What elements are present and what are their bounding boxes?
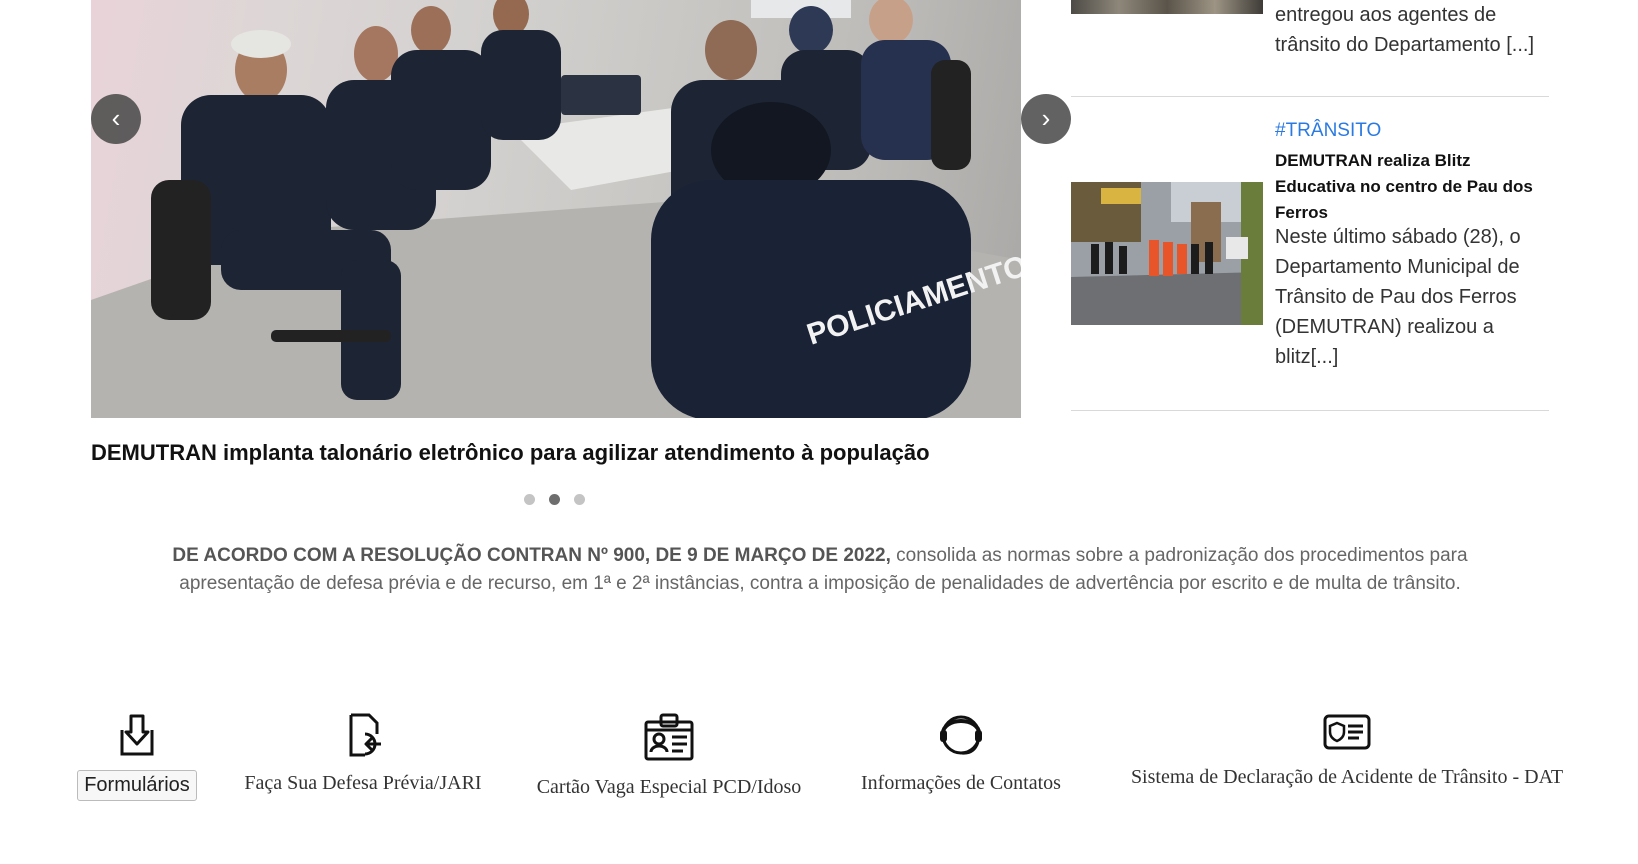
carousel-next-button[interactable]: › bbox=[1021, 94, 1071, 144]
service-label: Informações de Contatos bbox=[861, 772, 1061, 794]
download-icon bbox=[120, 714, 154, 756]
id-card-clip-icon bbox=[644, 713, 694, 761]
news-divider bbox=[1071, 410, 1549, 411]
service-formularios[interactable]: Formulários bbox=[71, 712, 203, 801]
news-thumbnail[interactable] bbox=[1071, 182, 1263, 325]
document-return-icon bbox=[349, 713, 381, 757]
carousel-dot-2[interactable] bbox=[549, 494, 560, 505]
previous-news-excerpt: entregou aos agentes de trânsito do Depa… bbox=[1275, 4, 1535, 56]
news-tag[interactable]: #TRÂNSITO bbox=[1275, 120, 1381, 142]
service-cartao-vaga-especial[interactable]: Cartão Vaga Especial PCD/Idoso bbox=[522, 712, 816, 799]
formularios-button[interactable]: Formulários bbox=[77, 770, 197, 801]
resolution-notice: DE ACORDO COM A RESOLUÇÃO CONTRAN Nº 900… bbox=[120, 542, 1520, 598]
previous-news-thumbnail[interactable] bbox=[1071, 0, 1263, 14]
service-label: Faça Sua Defesa Prévia/JARI bbox=[244, 772, 482, 794]
shield-card-icon bbox=[1323, 714, 1371, 750]
news-title[interactable]: DEMUTRAN realiza Blitz Educativa no cent… bbox=[1275, 148, 1555, 226]
service-label: Cartão Vaga Especial PCD/Idoso bbox=[536, 776, 802, 798]
service-defesa-previa[interactable]: Faça Sua Defesa Prévia/JARI bbox=[232, 712, 494, 795]
news-carousel: POLICIAMENTO DE TRÂNSITO ‹ › bbox=[91, 0, 1071, 418]
carousel-slide-image[interactable]: POLICIAMENTO DE TRÂNSITO bbox=[91, 0, 1021, 418]
service-label: Sistema de Declaração de Acidente de Trâ… bbox=[1130, 766, 1564, 788]
service-informacoes-contatos[interactable]: Informações de Contatos bbox=[843, 712, 1079, 795]
carousel-dot-3[interactable] bbox=[574, 494, 585, 505]
carousel-prev-button[interactable]: ‹ bbox=[91, 94, 141, 144]
news-excerpt: Neste último sábado (28), o Departamento… bbox=[1275, 226, 1521, 368]
resolution-notice-title: DE ACORDO COM A RESOLUÇÃO CONTRAN Nº 900… bbox=[172, 545, 891, 566]
carousel-caption[interactable]: DEMUTRAN implanta talonário eletrônico p… bbox=[91, 440, 930, 466]
service-sistema-dat[interactable]: Sistema de Declaração de Acidente de Trâ… bbox=[1100, 712, 1594, 789]
news-divider bbox=[1071, 96, 1549, 97]
carousel-indicators bbox=[524, 494, 585, 505]
headset-icon bbox=[940, 715, 982, 755]
carousel-dot-1[interactable] bbox=[524, 494, 535, 505]
